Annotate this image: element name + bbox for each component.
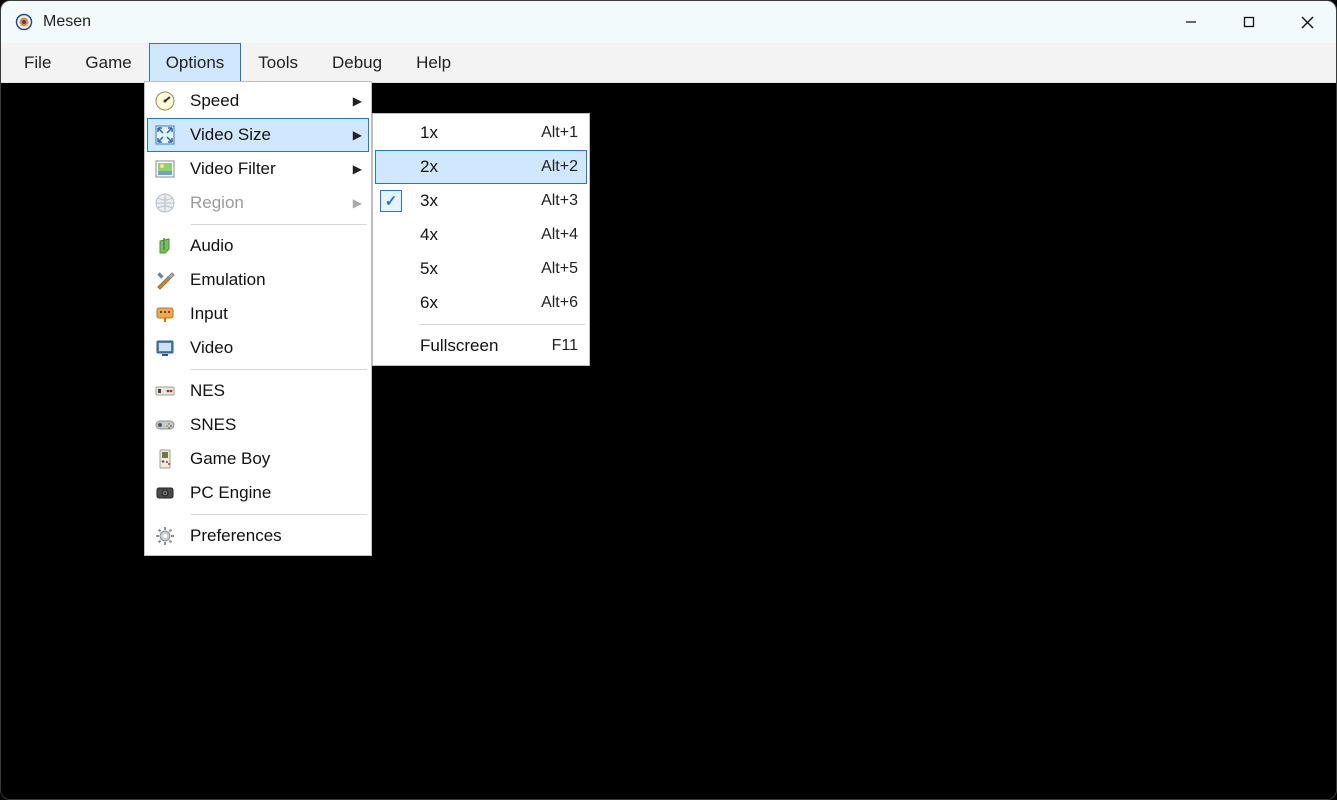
expand-icon — [152, 122, 178, 148]
separator — [191, 224, 367, 225]
menu-tools[interactable]: Tools — [241, 43, 315, 82]
speed-icon — [152, 88, 178, 114]
maximize-button[interactable] — [1220, 1, 1278, 43]
check-slot — [380, 122, 402, 144]
menuitem-gameboy[interactable]: Game Boy — [147, 442, 369, 476]
check-icon: ✓ — [380, 190, 402, 212]
shortcut: F11 — [552, 337, 578, 355]
menuitem-snes[interactable]: SNES — [147, 408, 369, 442]
menuitem-preferences[interactable]: Preferences — [147, 519, 369, 553]
minimize-button[interactable] — [1162, 1, 1220, 43]
app-window: Mesen File Game Options Tools Debug Help — [0, 0, 1337, 800]
separator — [419, 324, 585, 325]
menuitem-input[interactable]: Input — [147, 297, 369, 331]
menuitem-speed[interactable]: Speed ▶ — [147, 84, 369, 118]
options-dropdown: Speed ▶ Video Size ▶ Video Filter ▶ Regi… — [144, 81, 372, 556]
app-icon — [15, 13, 33, 31]
check-slot — [380, 258, 402, 280]
videosize-fullscreen[interactable]: Fullscreen F11 — [375, 329, 587, 363]
globe-icon — [152, 190, 178, 216]
check-slot — [380, 335, 402, 357]
nes-icon — [152, 378, 178, 404]
window-controls — [1162, 1, 1336, 43]
menuitem-region[interactable]: Region ▶ — [147, 186, 369, 220]
picture-icon — [152, 156, 178, 182]
titlebar[interactable]: Mesen — [1, 1, 1336, 43]
close-button[interactable] — [1278, 1, 1336, 43]
app-title: Mesen — [43, 13, 91, 31]
shortcut: Alt+6 — [541, 294, 578, 312]
snes-icon — [152, 412, 178, 438]
check-slot — [380, 224, 402, 246]
chevron-right-icon: ▶ — [353, 94, 362, 108]
check-slot — [380, 292, 402, 314]
videosize-5x[interactable]: 5x Alt+5 — [375, 252, 587, 286]
menu-file[interactable]: File — [7, 43, 68, 82]
gameboy-icon — [152, 446, 178, 472]
videosize-2x[interactable]: 2x Alt+2 — [375, 150, 587, 184]
shortcut: Alt+1 — [541, 124, 578, 142]
videosize-submenu: 1x Alt+1 2x Alt+2 ✓ 3x Alt+3 4x Alt+4 5x… — [372, 113, 590, 366]
menuitem-audio[interactable]: Audio — [147, 229, 369, 263]
videosize-3x[interactable]: ✓ 3x Alt+3 — [375, 184, 587, 218]
videosize-6x[interactable]: 6x Alt+6 — [375, 286, 587, 320]
separator — [191, 514, 367, 515]
menuitem-nes[interactable]: NES — [147, 374, 369, 408]
shortcut: Alt+2 — [541, 158, 578, 176]
menuitem-video[interactable]: Video — [147, 331, 369, 365]
chevron-right-icon: ▶ — [353, 196, 362, 210]
menuitem-video-filter[interactable]: Video Filter ▶ — [147, 152, 369, 186]
videosize-4x[interactable]: 4x Alt+4 — [375, 218, 587, 252]
shortcut: Alt+3 — [541, 192, 578, 210]
menuitem-emulation[interactable]: Emulation — [147, 263, 369, 297]
menu-options[interactable]: Options — [149, 43, 242, 82]
menu-game[interactable]: Game — [68, 43, 148, 82]
shortcut: Alt+4 — [541, 226, 578, 244]
input-icon — [152, 301, 178, 327]
menuitem-pcengine[interactable]: PC Engine — [147, 476, 369, 510]
audio-icon — [152, 233, 178, 259]
separator — [191, 369, 367, 370]
videosize-1x[interactable]: 1x Alt+1 — [375, 116, 587, 150]
shortcut: Alt+5 — [541, 260, 578, 278]
menu-help[interactable]: Help — [399, 43, 468, 82]
tools-icon — [152, 267, 178, 293]
menuitem-video-size[interactable]: Video Size ▶ — [147, 118, 369, 152]
menubar: File Game Options Tools Debug Help — [1, 43, 1336, 83]
chevron-right-icon: ▶ — [353, 128, 362, 142]
gear-icon — [152, 523, 178, 549]
check-slot — [380, 156, 402, 178]
menu-debug[interactable]: Debug — [315, 43, 399, 82]
video-icon — [152, 335, 178, 361]
chevron-right-icon: ▶ — [353, 162, 362, 176]
pcengine-icon — [152, 480, 178, 506]
